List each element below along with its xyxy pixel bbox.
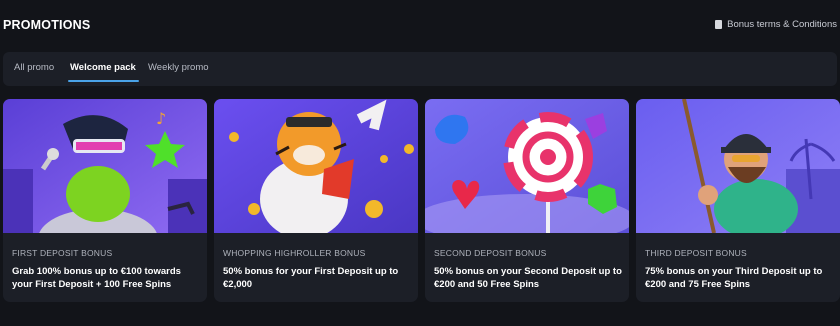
promo-tab-bar: All promo Welcome pack Weekly promo: [3, 52, 837, 86]
svg-text:♪: ♪: [156, 109, 166, 128]
document-icon: [715, 20, 723, 29]
promo-card-highroller[interactable]: WHOPPING HIGHROLLER BONUS 50% bonus for …: [214, 99, 418, 302]
active-tab-indicator: [68, 80, 139, 82]
candy-lollipop-image: [425, 99, 629, 233]
page-title: PROMOTIONS: [3, 18, 91, 32]
page-header: PROMOTIONS Bonus terms & Conditions: [3, 18, 837, 36]
tab-welcome-pack[interactable]: Welcome pack: [70, 62, 136, 73]
fisherman-image: [636, 99, 840, 233]
card-description: 50% bonus on your Second Deposit up to €…: [434, 266, 622, 290]
tab-weekly-promo[interactable]: Weekly promo: [148, 62, 209, 73]
frog-singer-image: ♪: [3, 99, 207, 233]
card-subtitle: WHOPPING HIGHROLLER BONUS: [223, 248, 366, 258]
promo-card-first-deposit[interactable]: ♪ FIRST DEPOSIT BONUS Grab 100% bonus up…: [3, 99, 207, 302]
card-description: Grab 100% bonus up to €100 towards your …: [12, 266, 181, 290]
card-description: 50% bonus for your First Deposit up to €…: [223, 266, 399, 290]
bonus-terms-label: Bonus terms & Conditions: [727, 19, 837, 30]
promo-card-third-deposit[interactable]: THIRD DEPOSIT BONUS 75% bonus on your Th…: [636, 99, 840, 302]
card-description: 75% bonus on your Third Deposit up to €2…: [645, 266, 823, 290]
tiger-image: [214, 99, 418, 233]
card-subtitle: SECOND DEPOSIT BONUS: [434, 248, 547, 258]
promo-card-second-deposit[interactable]: SECOND DEPOSIT BONUS 50% bonus on your S…: [425, 99, 629, 302]
bonus-terms-link[interactable]: Bonus terms & Conditions: [715, 19, 837, 30]
card-subtitle: THIRD DEPOSIT BONUS: [645, 248, 747, 258]
tab-all-promo[interactable]: All promo: [14, 62, 54, 73]
card-subtitle: FIRST DEPOSIT BONUS: [12, 248, 113, 258]
